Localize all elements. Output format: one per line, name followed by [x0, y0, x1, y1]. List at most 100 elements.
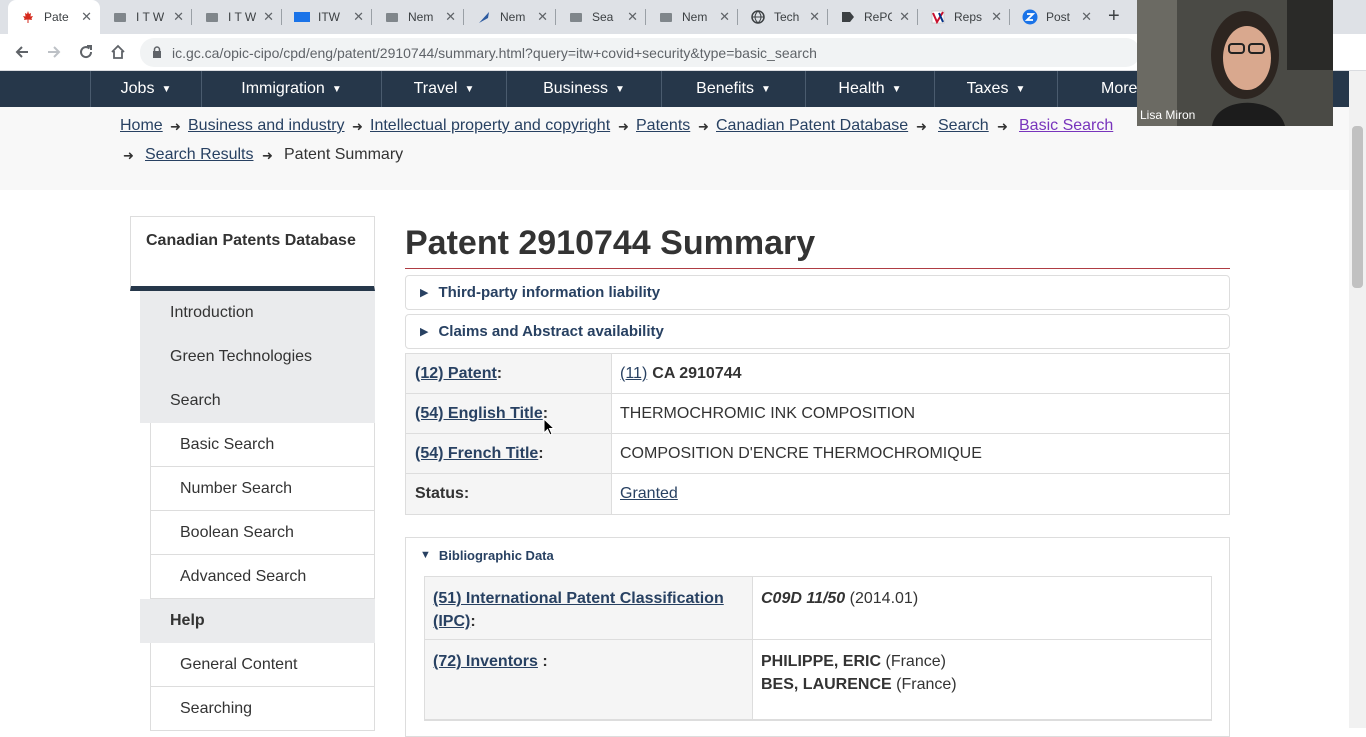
nav-taxes[interactable]: Taxes ▼	[934, 71, 1057, 107]
triangle-down-icon: ▼	[420, 549, 431, 561]
arrow-right-icon: ➜	[352, 119, 363, 134]
tab-repc[interactable]: RePC ✕	[828, 0, 918, 34]
close-tab-icon[interactable]: ✕	[81, 9, 92, 25]
reps-icon	[930, 9, 946, 25]
nav-immigration[interactable]: Immigration ▼	[201, 71, 381, 107]
patent-type-link[interactable]: (12) Patent	[415, 365, 497, 383]
tab-itw-3[interactable]: ITW ✕	[282, 0, 372, 34]
close-tab-icon[interactable]: ✕	[537, 9, 548, 25]
breadcrumb-patents[interactable]: Patents	[636, 117, 690, 135]
sidebar-heading[interactable]: Canadian Patents Database	[130, 216, 375, 291]
sidebar-item-search[interactable]: Search	[140, 379, 375, 423]
table-row: (51) International Patent Classification…	[425, 577, 1211, 640]
nav-label: Immigration	[241, 80, 325, 97]
sidebar-item-green-technologies[interactable]: Green Technologies	[140, 335, 375, 379]
breadcrumb-cpd[interactable]: Canadian Patent Database	[716, 117, 908, 135]
row-label: (51) International Patent Classification…	[425, 577, 753, 639]
breadcrumb-business[interactable]: Business and industry	[188, 117, 345, 135]
details-claims-abstract[interactable]: ▶ Claims and Abstract availability	[405, 314, 1230, 349]
nav-business[interactable]: Business ▼	[506, 71, 661, 107]
row-value: (11) CA 2910744	[612, 354, 1229, 393]
nav-jobs[interactable]: Jobs ▼	[90, 71, 201, 107]
page-icon	[568, 9, 584, 25]
close-tab-icon[interactable]: ✕	[1081, 9, 1092, 25]
tab-nem-1[interactable]: Nem ✕	[372, 0, 464, 34]
page-icon	[658, 9, 674, 25]
sidebar-item-general-content[interactable]: General Content	[150, 643, 375, 687]
french-title-link[interactable]: (54) French Title	[415, 445, 538, 463]
breadcrumb-ip[interactable]: Intellectual property and copyright	[370, 117, 610, 135]
sidebar-item-boolean-search[interactable]: Boolean Search	[150, 511, 375, 555]
tab-nem-3[interactable]: Nem ✕	[646, 0, 738, 34]
breadcrumb-search[interactable]: Search	[938, 117, 989, 135]
close-tab-icon[interactable]: ✕	[173, 9, 184, 25]
bibliographic-table: (51) International Patent Classification…	[424, 576, 1212, 721]
address-bar[interactable]: ic.gc.ca/opic-cipo/cpd/eng/patent/291074…	[140, 38, 1140, 67]
tab-post[interactable]: Post ✕	[1010, 0, 1100, 34]
home-button[interactable]	[108, 42, 128, 62]
close-tab-icon[interactable]: ✕	[809, 9, 820, 25]
tab-search[interactable]: Sea ✕	[556, 0, 646, 34]
close-tab-icon[interactable]: ✕	[445, 9, 456, 25]
sidebar-item-advanced-search[interactable]: Advanced Search	[150, 555, 375, 599]
row-label: (54) English Title:	[406, 394, 612, 433]
row-label: (54) French Title:	[406, 434, 612, 473]
row-value: C09D 11/50 (2014.01)	[753, 577, 1211, 639]
nav-travel[interactable]: Travel ▼	[381, 71, 506, 107]
details-third-party-liability[interactable]: ▶ Third-party information liability	[405, 275, 1230, 310]
sidebar-item-basic-search[interactable]: Basic Search	[150, 423, 375, 467]
close-tab-icon[interactable]: ✕	[263, 9, 274, 25]
back-button[interactable]	[12, 42, 32, 62]
nav-benefits[interactable]: Benefits ▼	[661, 71, 805, 107]
tab-patent-summary[interactable]: Pate ✕	[8, 0, 100, 34]
ipc-link[interactable]: (51) International Patent Classification…	[433, 590, 724, 630]
tab-reps[interactable]: Reps ✕	[918, 0, 1010, 34]
details-label: Third-party information liability	[438, 284, 661, 301]
tab-title: Nem	[682, 10, 708, 24]
section-heading: Bibliographic Data	[438, 547, 554, 563]
chevron-down-icon: ▼	[760, 83, 771, 95]
page-title: Patent 2910744 Summary	[405, 224, 816, 262]
feather-icon	[476, 9, 492, 25]
nav-label: Taxes	[966, 80, 1009, 97]
tab-itw-1[interactable]: I T W ✕	[100, 0, 192, 34]
tab-itw-2[interactable]: I T W ✕	[192, 0, 282, 34]
scrollbar-thumb[interactable]	[1352, 126, 1363, 288]
nav-health[interactable]: Health ▼	[805, 71, 934, 107]
tab-title: I T W	[136, 10, 164, 24]
sidebar-item-searching[interactable]: Searching	[150, 687, 375, 731]
tab-title: ITW	[318, 10, 340, 24]
breadcrumb-search-results[interactable]: Search Results	[145, 146, 254, 164]
status-granted-link[interactable]: Granted	[620, 485, 678, 503]
sidebar-item-help[interactable]: Help	[140, 599, 375, 643]
close-tab-icon[interactable]: ✕	[719, 9, 730, 25]
breadcrumb-basic-search[interactable]: Basic Search	[1019, 117, 1113, 135]
table-row: (54) English Title: THERMOCHROMIC INK CO…	[406, 394, 1229, 434]
tab-nem-2[interactable]: Nem ✕	[464, 0, 556, 34]
inventors-link[interactable]: (72) Inventors	[433, 653, 538, 670]
breadcrumb-home[interactable]: Home	[120, 117, 163, 135]
patent-summary-table: (12) Patent: (11) CA 2910744 (54) English…	[405, 353, 1230, 515]
chevron-down-icon: ▼	[1015, 83, 1026, 95]
bibliographic-data-toggle[interactable]: ▼ Bibliographic Data	[406, 538, 1229, 572]
close-tab-icon[interactable]: ✕	[627, 9, 638, 25]
tab-tech[interactable]: Tech ✕	[738, 0, 828, 34]
patent-number-code-link[interactable]: (11)	[620, 365, 647, 383]
french-title: COMPOSITION D'ENCRE THERMOCHROMIQUE	[620, 444, 982, 462]
english-title-link[interactable]: (54) English Title	[415, 405, 543, 423]
close-tab-icon[interactable]: ✕	[899, 9, 910, 25]
forward-button[interactable]	[44, 42, 64, 62]
sidebar-item-number-search[interactable]: Number Search	[150, 467, 375, 511]
reload-button[interactable]	[76, 42, 96, 62]
row-label: (12) Patent:	[406, 354, 612, 393]
sidebar-item-introduction[interactable]: Introduction	[140, 291, 375, 335]
chevron-down-icon: ▼	[331, 83, 342, 95]
nav-label: Benefits	[696, 80, 754, 97]
video-call-tile[interactable]: Lisa Miron	[1137, 0, 1333, 126]
chevron-down-icon: ▼	[891, 83, 902, 95]
new-tab-button[interactable]: +	[1108, 5, 1120, 28]
close-tab-icon[interactable]: ✕	[991, 9, 1002, 25]
close-tab-icon[interactable]: ✕	[353, 9, 364, 25]
arrow-right-icon: ➜	[170, 119, 181, 134]
english-title: THERMOCHROMIC INK COMPOSITION	[620, 404, 916, 422]
